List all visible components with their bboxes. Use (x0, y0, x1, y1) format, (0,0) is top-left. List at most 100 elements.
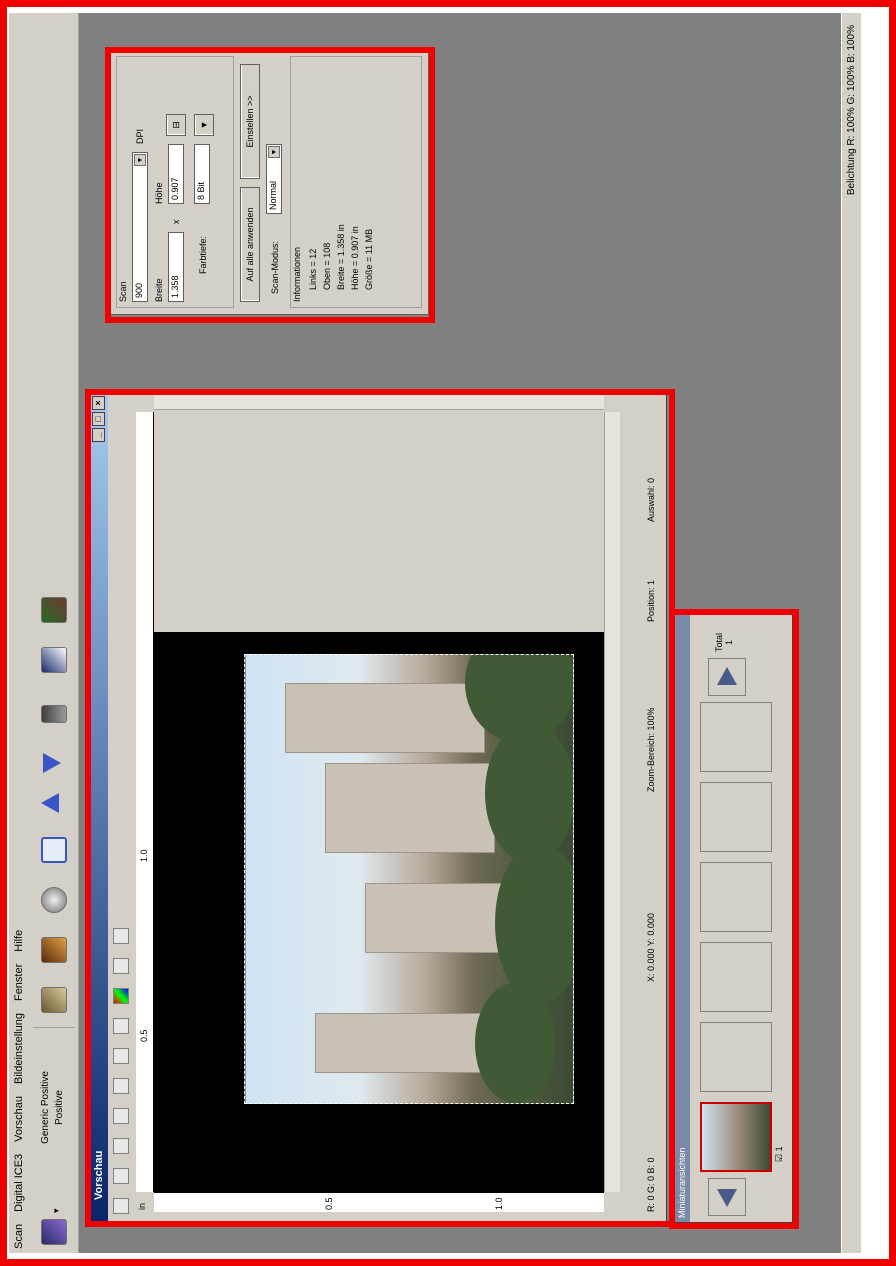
chevron-down-icon: ▼ (268, 146, 280, 158)
thumbnail-empty[interactable] (700, 942, 772, 1012)
building (285, 683, 485, 753)
color-icon[interactable] (113, 988, 129, 1004)
width-field[interactable]: 1.358 (168, 232, 184, 302)
building (365, 883, 505, 953)
source-sub: Positive (54, 1090, 65, 1126)
tree (495, 843, 574, 1003)
status-zoom: Zoom-Bereich: 100% (646, 707, 656, 792)
eyedropper-white-icon[interactable] (113, 1138, 129, 1154)
resolution-select[interactable]: 900 ▼ (132, 152, 148, 302)
flip-horizontal-icon[interactable] (113, 1048, 129, 1064)
menu-vorschau[interactable]: Vorschau (13, 1096, 25, 1142)
arrow-down-icon[interactable] (43, 753, 61, 773)
total-label: Total (714, 632, 724, 652)
lens-icon[interactable] (41, 887, 67, 913)
scan-mode-select[interactable]: Normal ▼ (266, 144, 282, 214)
ruler-h-label: 1.0 (139, 849, 149, 862)
ruler-h-label: 0.5 (139, 1029, 149, 1042)
thumbnail-empty[interactable] (700, 702, 772, 772)
rotate-right-icon[interactable] (113, 1078, 129, 1094)
height-field[interactable]: 0.907 (168, 144, 184, 204)
menu-hilfe[interactable]: Hilfe (13, 930, 25, 952)
select-tool-icon[interactable] (113, 1198, 129, 1214)
menu-bildeinstellung[interactable]: Bildeinstellung (13, 1013, 25, 1084)
flip-vertical-icon[interactable] (113, 1018, 129, 1034)
thumbnail-empty[interactable] (700, 1022, 772, 1092)
thumbnail-frame-1[interactable] (700, 1102, 772, 1172)
frame-number: 1 (774, 1146, 784, 1152)
thumbnail-empty[interactable] (700, 782, 772, 852)
building (325, 763, 495, 853)
auto-crop-icon[interactable] (113, 958, 129, 974)
source-title: Generic Positive (40, 1071, 51, 1144)
close-button[interactable]: × (92, 396, 105, 410)
zoom-icon[interactable] (41, 837, 67, 863)
info-height: Höhe = 0.907 in (350, 226, 360, 290)
thumbnail-empty[interactable] (700, 862, 772, 932)
preview-image[interactable] (244, 654, 574, 1104)
menu-scan[interactable]: Scan (13, 1224, 25, 1249)
phone-icon[interactable] (41, 705, 67, 723)
preview-title: Vorschau (93, 1150, 105, 1200)
frame-checkbox[interactable]: ☑ 1 (774, 1146, 785, 1162)
menu-bar: Scan Digital ICE3 Vorschau Bildeinstellu… (9, 13, 29, 1253)
preview-titlebar[interactable]: Vorschau _ □ × (90, 394, 108, 1222)
maximize-button[interactable]: □ (92, 412, 105, 426)
vertical-scrollbar[interactable] (154, 394, 604, 410)
info-size: Größe = 11 MB (364, 228, 374, 290)
status-bar: Belichtung R: 100% G: 100% B: 100% (841, 13, 861, 1253)
thumbnail-title: Miniaturansichten (674, 614, 690, 1222)
depth-label: Farbtiefe: (198, 235, 208, 274)
scan-settings-panel: Scan 900 ▼ DPI Breite Höhe 1.358 x 0.907… (109, 50, 429, 315)
arrow-up-icon[interactable] (41, 793, 59, 813)
eye-icon[interactable] (41, 987, 67, 1013)
width-label: Breite (154, 278, 164, 302)
tree (485, 723, 574, 863)
lock-ratio-button[interactable]: ⊟ (166, 114, 186, 136)
info-width: Breite = 1.358 in (336, 224, 346, 290)
minimize-button[interactable]: _ (92, 428, 105, 442)
status-rgb: R: 0 G: 0 B: 0 (646, 1157, 656, 1212)
document-icon[interactable] (41, 647, 67, 673)
preview-toolbar (108, 394, 134, 1222)
info-title: Informationen (292, 246, 302, 302)
ruler-v-label: 0.5 (324, 1197, 334, 1210)
filmstrip-icon[interactable] (41, 937, 67, 963)
depth-value: 8 Bit (196, 181, 206, 200)
status-selection: Auswahl: 0 (646, 477, 656, 522)
status-position: Position: 1 (646, 579, 656, 622)
settings-icon[interactable] (41, 597, 67, 623)
scanner-app-window: Scan Digital ICE3 Vorschau Bildeinstellu… (9, 13, 861, 1253)
depth-select[interactable]: 8 Bit (194, 144, 210, 204)
rotate-left-icon[interactable] (113, 1108, 129, 1124)
resolution-value: 900 (134, 282, 144, 298)
eyedropper-black-icon[interactable] (113, 1168, 129, 1184)
chevron-down-icon: ▼ (134, 154, 146, 166)
source-selector[interactable]: Generic Positive Positive (33, 1027, 75, 1187)
depth-dropdown-button[interactable]: ▼ (194, 114, 214, 136)
next-frame-button[interactable] (708, 658, 746, 696)
scanner-icon[interactable] (41, 1219, 67, 1245)
scan-group-title: Scan (118, 281, 128, 302)
menu-digital-ice[interactable]: Digital ICE3 (13, 1154, 25, 1212)
total-count: Total 1 (714, 633, 734, 652)
preview-empty-area (154, 412, 604, 632)
preview-canvas[interactable] (154, 632, 604, 1192)
ruler-unit: in (137, 1202, 147, 1210)
apply-all-button[interactable]: Auf alle anwenden (240, 187, 260, 302)
ruler-v-label: 1.0 (494, 1197, 504, 1210)
times-sign: x (171, 219, 181, 225)
thumbnail-window: Miniaturansichten ☑ 1 Total 1 (673, 613, 793, 1223)
resolution-unit: DPI (135, 128, 145, 144)
height-label: Höhe (154, 182, 164, 204)
ruler-horizontal: 0.5 1.0 (136, 412, 154, 1192)
horizontal-scrollbar[interactable] (604, 412, 620, 1192)
settings-more-button[interactable]: Einstellen >> (240, 64, 260, 179)
ruler-vertical: 0.5 1.0 (154, 1192, 604, 1212)
scan-mode-label: Scan-Modus: (270, 240, 280, 294)
dropdown-arrow-icon[interactable]: ▾ (51, 1208, 62, 1213)
previous-frame-button[interactable] (708, 1178, 746, 1216)
menu-fenster[interactable]: Fenster (13, 964, 25, 1001)
grid-icon[interactable] (113, 928, 129, 944)
preview-status-bar: R: 0 G: 0 B: 0 X: 0.000 Y: 0.000 Zoom-Be… (638, 394, 666, 1222)
